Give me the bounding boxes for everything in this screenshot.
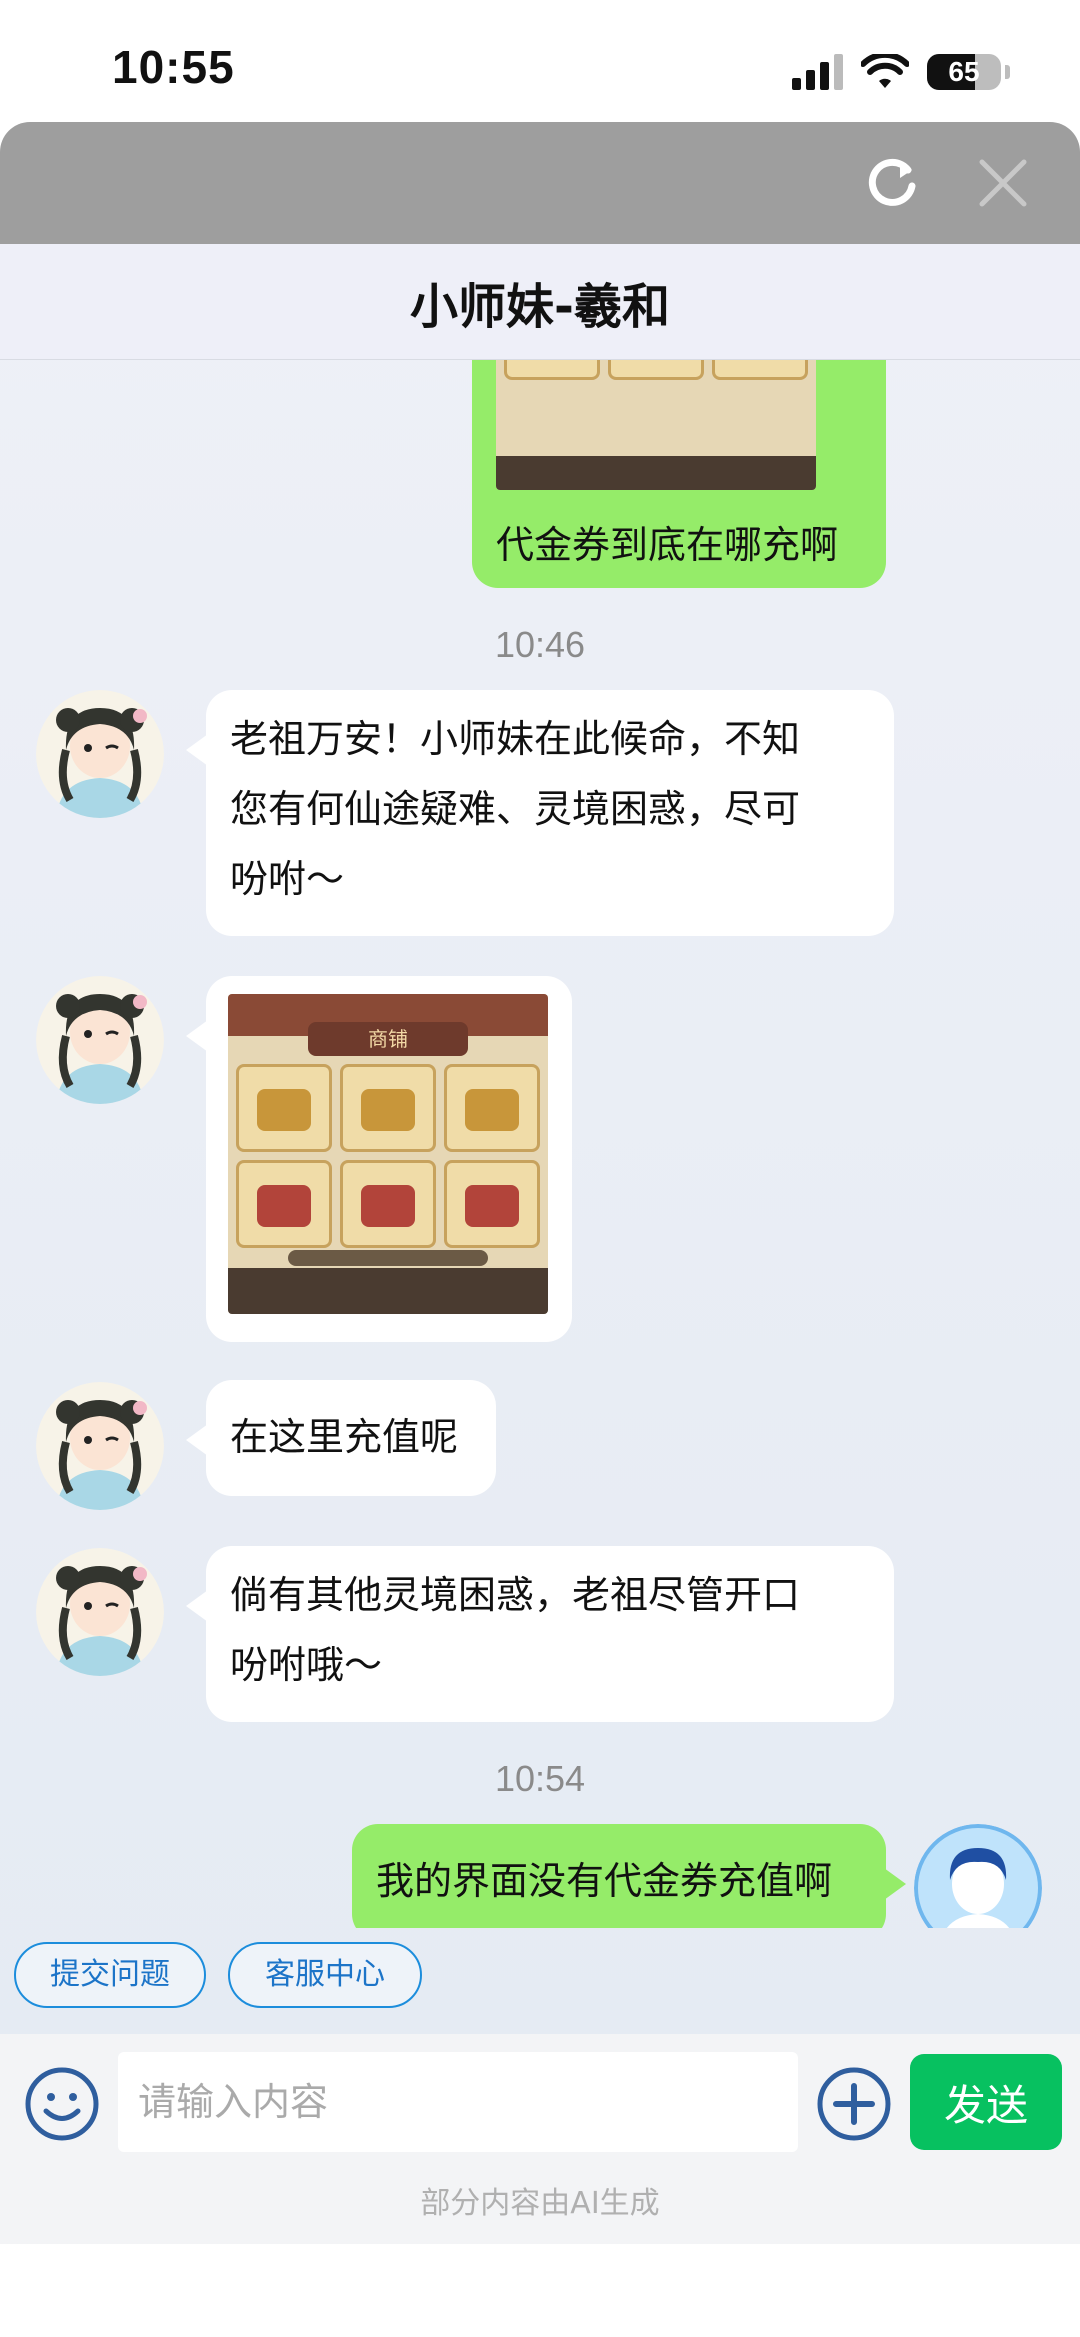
battery-percent: 65 [948, 56, 980, 87]
message-user-text[interactable]: 我的界面没有代金券充值啊 [352, 1824, 906, 1928]
ai-disclaimer: 部分内容由AI生成 [420, 2186, 660, 2221]
home-indicator-area [0, 2244, 1080, 2337]
message-line: 您有何仙途疑难、灵境困惑，尽可 [230, 787, 801, 831]
girl-avatar-icon [36, 690, 164, 818]
status-time: 10:55 [112, 41, 235, 93]
close-icon[interactable] [976, 156, 1030, 210]
message-text: 我的界面没有代金券充值啊 [376, 1859, 833, 1903]
message-bot-text[interactable]: 老祖万安！小师妹在此候命，不知 您有何仙途疑难、灵境困惑，尽可 吩咐～ [186, 690, 894, 936]
shop-screenshot-image[interactable]: 商铺 600 3000 6800 12800 32800 64800 [228, 994, 548, 1314]
message-bot-text[interactable]: 倘有其他灵境困惑，老祖尽管开口 吩咐哦～ [186, 1546, 894, 1722]
plus-icon[interactable] [814, 2064, 894, 2144]
assistant-avatar[interactable] [36, 690, 164, 818]
message-bot-image[interactable]: 商铺 600 3000 6800 12800 32800 64800 [186, 976, 572, 1342]
message-text: 代金券到底在哪充啊 [496, 523, 839, 567]
message-bot-text[interactable]: 在这里充值呢 [186, 1380, 496, 1496]
user-avatar-icon [914, 1824, 1042, 1928]
message-line: 在这里充值呢 [230, 1415, 459, 1459]
message-line: 吩咐～ [230, 857, 345, 901]
girl-avatar-icon [36, 1548, 164, 1676]
service-center-chip[interactable]: 客服中心 [228, 1942, 422, 2008]
timestamp: 10:54 [494, 1758, 586, 1799]
timestamp: 10:46 [494, 624, 586, 665]
send-button[interactable]: 发送 [910, 2054, 1062, 2150]
chat-header: 小师妹-羲和 [0, 244, 1080, 360]
chat-title: 小师妹-羲和 [410, 278, 670, 335]
submit-issue-chip[interactable]: 提交问题 [14, 1942, 206, 2008]
shop-screenshot-image[interactable] [496, 360, 816, 490]
shop-title: 商铺 [308, 1022, 468, 1056]
girl-avatar-icon [36, 976, 164, 1104]
girl-avatar-icon [36, 1382, 164, 1510]
message-input[interactable] [118, 2052, 798, 2152]
user-avatar[interactable] [914, 1824, 1042, 1928]
message-line: 老祖万安！小师妹在此候命，不知 [230, 717, 801, 761]
message-list[interactable]: 代金券到底在哪充啊 10:46 老祖万安！小师妹在此候命，不知 您有何仙途疑难、… [0, 360, 1080, 1928]
emoji-icon[interactable] [22, 2064, 102, 2144]
message-user-image[interactable]: 代金券到底在哪充啊 [472, 360, 886, 588]
wifi-icon [861, 54, 909, 88]
status-bar: 10:55 65 [0, 0, 1080, 122]
cellular-signal-icon [792, 54, 843, 90]
assistant-avatar[interactable] [36, 1382, 164, 1510]
message-line: 倘有其他灵境困惑，老祖尽管开口 [230, 1573, 801, 1617]
message-line: 吩咐哦～ [230, 1643, 383, 1687]
status-icons: 65 [792, 50, 1010, 94]
refresh-icon[interactable] [866, 156, 920, 210]
battery-icon: 65 [927, 54, 1001, 90]
assistant-avatar[interactable] [36, 1548, 164, 1676]
assistant-avatar[interactable] [36, 976, 164, 1104]
